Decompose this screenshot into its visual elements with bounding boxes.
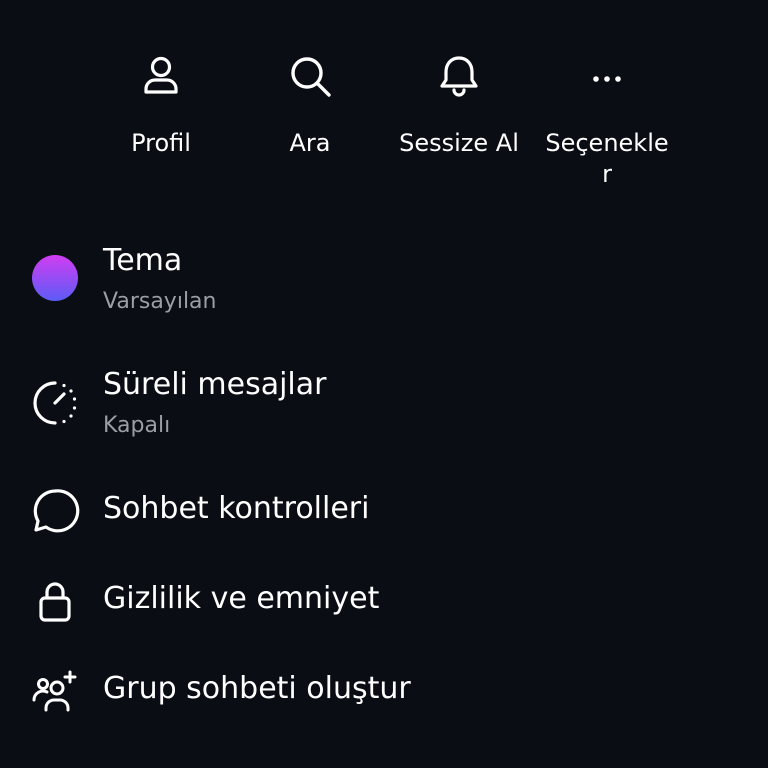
chat-actions-bar: Profil Ara Sessize Al Seçenekler [0,48,768,208]
create-group-row[interactable]: Grup sohbeti oluştur [0,664,768,714]
chat-controls-row[interactable]: Sohbet kontrolleri [0,486,768,536]
privacy-safety-row[interactable]: Gizlilik ve emniyet [0,576,768,626]
profile-button[interactable]: Profil [96,48,226,159]
chat-bubble-icon [28,484,82,538]
theme-color-dot [28,251,82,305]
theme-title: Tema [103,243,183,278]
person-icon [133,48,189,104]
create-group-title: Grup sohbeti oluştur [103,671,411,706]
profile-label: Profil [131,129,191,157]
theme-swatch [32,255,78,301]
privacy-safety-title: Gizlilik ve emniyet [103,581,380,616]
disappearing-messages-title: Süreli mesajlar [103,367,327,402]
search-button[interactable]: Ara [245,48,375,159]
disappearing-messages-subtitle: Kapalı [103,413,171,438]
add-people-icon [28,664,82,718]
mute-button[interactable]: Sessize Al [394,48,524,159]
bell-icon [431,48,487,104]
theme-subtitle: Varsayılan [103,289,217,314]
more-horizontal-icon [579,48,635,104]
lock-icon [28,574,82,628]
search-label: Ara [289,129,331,157]
timer-icon [28,376,82,430]
mute-label: Sessize Al [399,129,519,157]
disappearing-messages-row[interactable]: Süreli mesajlar Kapalı [0,364,768,444]
search-icon [282,48,338,104]
options-label: Seçenekler [545,129,669,188]
chat-controls-title: Sohbet kontrolleri [103,491,370,526]
theme-row[interactable]: Tema Varsayılan [0,240,768,320]
options-button[interactable]: Seçenekler [542,48,672,190]
